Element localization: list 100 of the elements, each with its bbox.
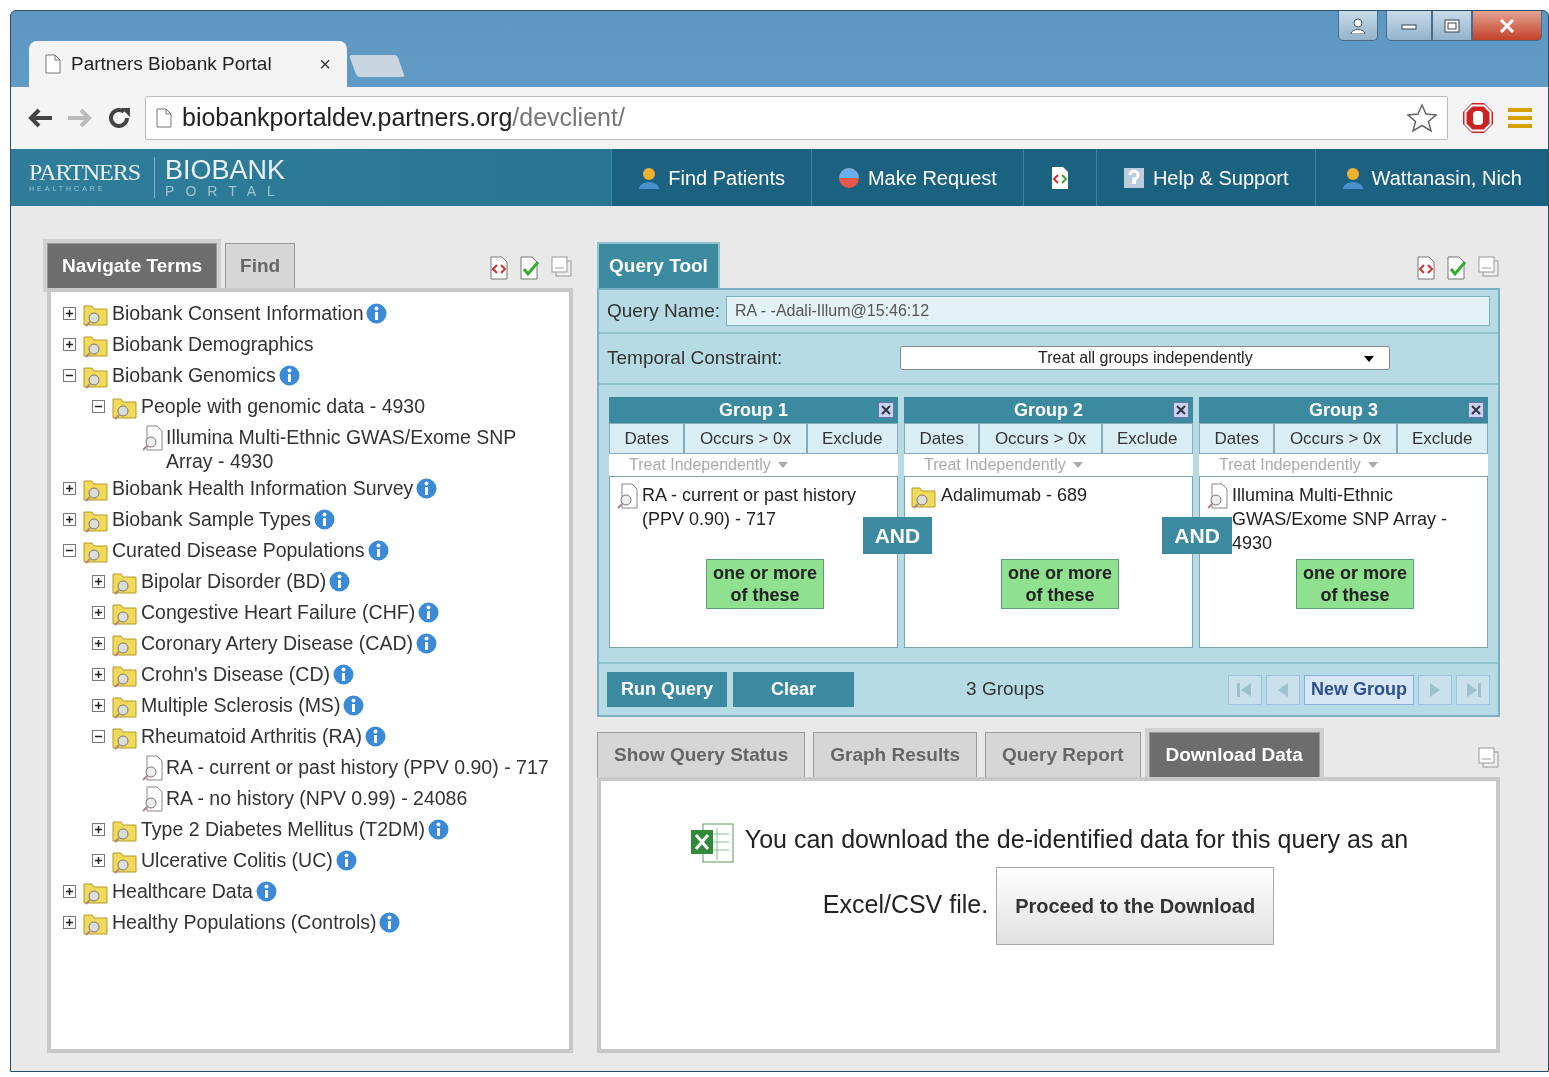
- result-tab[interactable]: Graph Results: [813, 731, 978, 777]
- new-group-button[interactable]: New Group: [1304, 674, 1414, 705]
- caret-icon: [1071, 461, 1084, 469]
- page-icon: [156, 108, 172, 128]
- query-term[interactable]: Adalimumab - 689: [941, 483, 1088, 507]
- tree-item[interactable]: RA - no history (NPV 0.99) - 24086: [166, 786, 468, 810]
- field-label: Query Name:: [607, 298, 720, 323]
- document-icon: [141, 425, 163, 451]
- group-option-button[interactable]: Exclude: [806, 422, 898, 454]
- tree-item[interactable]: Coronary Artery Disease (CAD): [141, 631, 413, 655]
- group-option-button[interactable]: Dates: [904, 422, 980, 454]
- tree-item[interactable]: Biobank Demographics: [112, 332, 314, 356]
- tree-item[interactable]: Multiple Sclerosis (MS): [141, 693, 341, 717]
- tab-close-button[interactable]: ×: [319, 49, 331, 79]
- result-tab[interactable]: Query Report: [985, 731, 1141, 777]
- expand-icon[interactable]: [92, 823, 105, 836]
- tree-item[interactable]: Biobank Sample Types: [112, 507, 312, 531]
- tree-item[interactable]: Healthcare Data: [112, 879, 253, 903]
- close-icon[interactable]: [878, 401, 894, 418]
- back-icon[interactable]: [27, 107, 53, 129]
- expand-icon[interactable]: [92, 606, 105, 619]
- expand-icon[interactable]: [63, 307, 76, 320]
- collapse-icon[interactable]: [92, 730, 105, 743]
- expand-icon[interactable]: [63, 482, 76, 495]
- document-icon: [1206, 483, 1228, 509]
- tree-item[interactable]: Biobank Health Information Survey: [112, 476, 414, 500]
- group-option-button[interactable]: Dates: [1199, 422, 1275, 454]
- expand-icon[interactable]: [92, 668, 105, 681]
- product-subtitle: PORTAL: [165, 184, 286, 198]
- help-icon: [1122, 166, 1145, 189]
- expand-icon[interactable]: [92, 575, 105, 588]
- tree-item[interactable]: Bipolar Disorder (BD): [141, 569, 327, 593]
- person-icon: [1341, 166, 1364, 189]
- group-option-button[interactable]: Occurs > 0x: [979, 422, 1102, 454]
- expand-icon[interactable]: [63, 338, 76, 351]
- document-icon: [141, 755, 163, 781]
- temporal-constraint-dropdown[interactable]: Treat all groups independently: [900, 346, 1391, 371]
- document-icon: [141, 786, 163, 812]
- minimize-button[interactable]: [1386, 11, 1432, 41]
- close-button[interactable]: [1472, 11, 1542, 41]
- panel-tab[interactable]: Find: [225, 242, 296, 288]
- group-title: Group 2: [1014, 399, 1083, 420]
- clear-button[interactable]: Clear: [733, 672, 855, 707]
- group-operator-label: one or more of these: [706, 559, 824, 609]
- field-label: Temporal Constraint:: [607, 346, 783, 370]
- expand-icon[interactable]: [63, 513, 76, 526]
- group-option-button[interactable]: Occurs > 0x: [684, 422, 807, 454]
- group-option-button[interactable]: Exclude: [1396, 422, 1488, 454]
- address-bar[interactable]: biobankportaldev.partners.org/devclient/: [145, 96, 1448, 140]
- tree-item[interactable]: Healthy Populations (Controls): [112, 910, 377, 934]
- collapse-icon[interactable]: [63, 369, 76, 382]
- tree-item[interactable]: Type 2 Diabetes Mellitus (T2DM): [141, 817, 425, 841]
- tree-item[interactable]: Ulcerative Colitis (UC): [141, 848, 333, 872]
- caret-icon: [776, 461, 789, 469]
- group-operator-label: one or more of these: [1296, 559, 1414, 609]
- expand-icon[interactable]: [63, 916, 76, 929]
- download-message: Excel/CSV file.: [822, 889, 989, 918]
- expand-icon[interactable]: [92, 854, 105, 867]
- close-icon[interactable]: [1173, 401, 1189, 418]
- result-tab[interactable]: Show Query Status: [597, 731, 806, 777]
- profile-button[interactable]: [1338, 11, 1378, 41]
- code-file-icon[interactable]: [1416, 256, 1436, 280]
- browser-tab[interactable]: Partners Biobank Portal ×: [29, 41, 347, 87]
- close-icon[interactable]: [1468, 401, 1484, 418]
- group-option-button[interactable]: Dates: [609, 422, 685, 454]
- tree-item[interactable]: Biobank Consent Information: [112, 301, 364, 325]
- tree-item[interactable]: Illumina Multi-Ethnic GWAS/Exome SNP Array - 4930: [166, 425, 551, 473]
- close-icon: [1499, 18, 1515, 33]
- code-file-icon[interactable]: [489, 256, 509, 280]
- group-option-button[interactable]: Occurs > 0x: [1274, 422, 1397, 454]
- tab-title: Partners Biobank Portal: [71, 51, 272, 76]
- tree-item[interactable]: Curated Disease Populations: [112, 538, 365, 562]
- check-file-icon[interactable]: [519, 256, 541, 280]
- group-count: 3 Groups: [966, 677, 1045, 702]
- maximize-button[interactable]: [1432, 11, 1472, 41]
- collapse-icon[interactable]: [63, 544, 76, 557]
- panel-tab[interactable]: Query Tool: [597, 241, 720, 288]
- star-icon[interactable]: [1407, 103, 1437, 133]
- page-icon: [45, 54, 61, 74]
- collapse-icon[interactable]: [92, 400, 105, 413]
- caret-icon: [1366, 461, 1379, 469]
- tree-item[interactable]: Congestive Heart Failure (CHF): [141, 600, 416, 624]
- maximize-icon: [1444, 18, 1460, 33]
- query-name-field[interactable]: RA - -Adali-Illum@15:46:12: [726, 296, 1490, 326]
- tree-item[interactable]: Rheumatoid Arthritis (RA): [141, 724, 363, 748]
- run-query-button[interactable]: Run Query: [607, 672, 727, 707]
- check-file-icon[interactable]: [1446, 256, 1468, 280]
- tree-item[interactable]: People with genomic data - 4930: [141, 394, 426, 418]
- download-button[interactable]: Proceed to the Download: [996, 867, 1275, 945]
- expand-icon[interactable]: [63, 885, 76, 898]
- group-operator-label: one or more of these: [1001, 559, 1119, 609]
- expand-icon[interactable]: [92, 699, 105, 712]
- export-icon: [1049, 165, 1070, 190]
- expand-icon[interactable]: [92, 637, 105, 650]
- tree-item[interactable]: Biobank Genomics: [112, 363, 276, 387]
- reload-icon[interactable]: [107, 106, 131, 130]
- tree-item[interactable]: Crohn's Disease (CD): [141, 662, 331, 686]
- minimize-icon: [1401, 21, 1417, 30]
- tree-item[interactable]: RA - current or past history (PPV 0.90) - 717: [166, 755, 549, 779]
- group-option-button[interactable]: Exclude: [1101, 422, 1193, 454]
